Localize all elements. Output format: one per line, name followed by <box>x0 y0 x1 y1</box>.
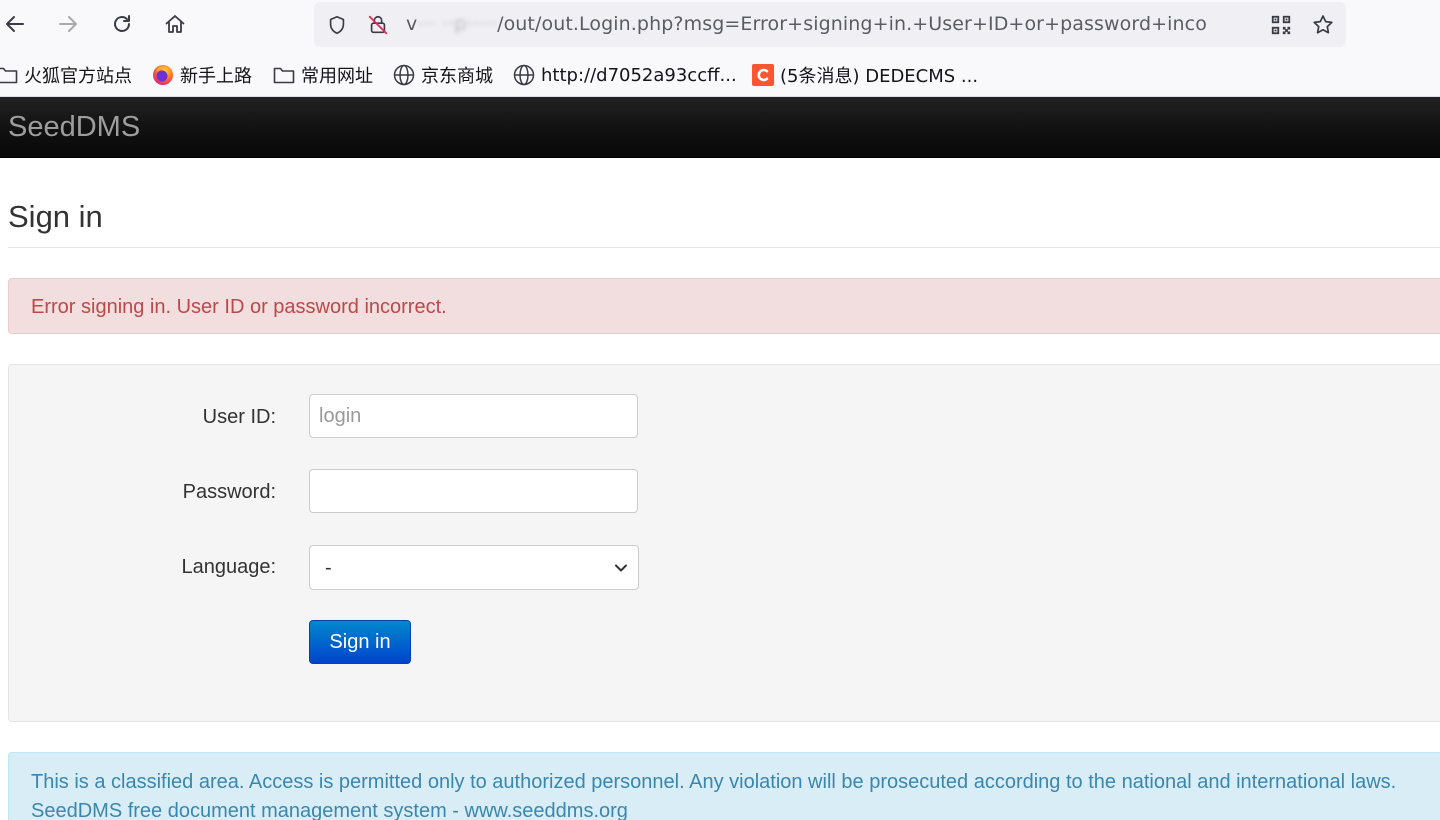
url-path: /out/out.Login.php?msg=Error+signing+in.… <box>497 13 1207 35</box>
sign-in-button[interactable]: Sign in <box>309 620 411 664</box>
notice-classified-text: This is a classified area. Access is per… <box>31 771 1397 793</box>
bookmark-item[interactable]: 新手上路 <box>152 62 252 88</box>
language-selected-value: - <box>325 557 332 579</box>
qr-code-icon[interactable] <box>1268 12 1294 38</box>
bookmark-label: 火狐官方站点 <box>24 66 132 87</box>
shield-icon[interactable] <box>324 12 350 38</box>
notice-alert: This is a classified area. Access is per… <box>8 752 1440 820</box>
folder-icon <box>273 64 295 86</box>
title-divider <box>8 247 1440 248</box>
bookmark-item[interactable]: (5条消息) DEDECMS ... <box>752 62 978 88</box>
brand-link[interactable]: SeedDMS <box>8 111 140 144</box>
page-title: Sign in <box>8 199 103 234</box>
forward-button[interactable] <box>50 6 86 42</box>
bookmark-item[interactable]: http://d7052a93ccff... <box>513 62 737 88</box>
bookmark-label: 新手上路 <box>180 66 252 87</box>
bookmark-label: (5条消息) DEDECMS ... <box>780 66 979 87</box>
bookmark-label: 京东商城 <box>421 66 493 87</box>
forward-icon <box>59 16 77 32</box>
url-host-redacted: ··· ··p····· <box>417 13 498 35</box>
password-input[interactable] <box>309 469 638 513</box>
browser-toolbar: v··· ··p·····/out/out.Login.php?msg=Erro… <box>0 0 1440 50</box>
star-icon[interactable] <box>1310 12 1336 38</box>
bookmark-label: 常用网址 <box>301 66 373 87</box>
folder-icon <box>0 64 18 86</box>
home-button[interactable] <box>157 6 193 42</box>
error-message: Error signing in. User ID or password in… <box>31 296 447 318</box>
password-label: Password: <box>182 481 276 503</box>
notice-footer-text: SeedDMS free document management system … <box>31 800 628 820</box>
back-icon <box>6 16 24 32</box>
bookmark-label: http://d7052a93ccff... <box>541 64 737 86</box>
back-button[interactable] <box>0 6 33 42</box>
firefox-icon <box>152 64 174 86</box>
url-text[interactable]: v··· ··p·····/out/out.Login.php?msg=Erro… <box>406 13 1268 39</box>
bookmark-item[interactable]: 火狐官方站点 <box>0 62 132 88</box>
error-alert: Error signing in. User ID or password in… <box>8 278 1440 334</box>
language-select[interactable]: - <box>309 545 639 590</box>
bookmark-item[interactable]: 京东商城 <box>393 62 493 88</box>
url-fade <box>1228 13 1268 39</box>
bookmark-item[interactable]: 常用网址 <box>273 62 373 88</box>
globe-icon <box>393 64 415 86</box>
home-icon <box>165 15 185 33</box>
userid-input[interactable] <box>309 394 638 438</box>
reload-icon <box>114 15 130 32</box>
address-bar[interactable]: v··· ··p·····/out/out.Login.php?msg=Erro… <box>314 2 1346 47</box>
globe-icon <box>513 64 535 86</box>
language-label: Language: <box>181 556 276 578</box>
login-form: User ID: Password: Language: - Sign in <box>8 364 1440 722</box>
app-navbar: SeedDMS <box>0 97 1440 158</box>
csdn-icon <box>752 64 774 86</box>
url-prefix: v <box>406 13 418 35</box>
insecure-lock-icon[interactable] <box>365 12 391 38</box>
reload-button[interactable] <box>104 6 140 42</box>
userid-label: User ID: <box>202 406 276 428</box>
chevron-down-icon <box>615 564 627 572</box>
bookmarks-toolbar: 火狐官方站点 新手上路 常用网址 京东商城 http://d7052a93ccf… <box>0 50 1440 97</box>
